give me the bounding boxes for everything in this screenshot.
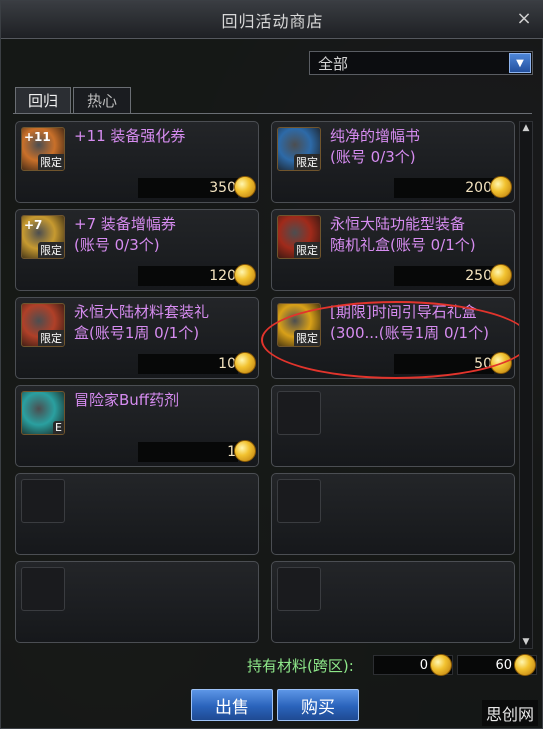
empty-item-slot[interactable] — [271, 561, 515, 643]
tab-rexin[interactable]: 热心 — [73, 87, 131, 113]
empty-slot-icon — [277, 479, 321, 523]
item-icon-level: +7 — [24, 218, 43, 232]
item-icon: E — [21, 391, 65, 435]
scroll-up-icon[interactable]: ▲ — [520, 122, 532, 134]
sell-button[interactable]: 出售 — [191, 689, 273, 721]
coin-icon — [234, 352, 256, 374]
item-price-box: 350 — [138, 178, 238, 198]
item-price: 200 — [465, 180, 492, 196]
limited-badge: 限定 — [38, 330, 64, 346]
buy-button-label: 购买 — [301, 697, 335, 718]
shop-item-slot[interactable]: 限定 永恒大陆材料套装礼 盒(账号1周 0/1个) 10 — [15, 297, 259, 379]
item-name: 冒险家Buff药剂 — [74, 391, 180, 409]
empty-slot-icon — [277, 567, 321, 611]
chevron-down-icon[interactable]: ▼ — [509, 53, 531, 73]
item-icon-level: +11 — [24, 130, 51, 144]
buy-button[interactable]: 购买 — [277, 689, 359, 721]
materials-amount-a: 0 — [373, 654, 453, 676]
item-price-box: 120 — [138, 266, 238, 286]
coin-icon — [234, 176, 256, 198]
shop-item-slot[interactable]: +11 限定 +11 装备强化券 350 — [15, 121, 259, 203]
item-price: 120 — [209, 268, 236, 284]
item-icon: 限定 — [21, 303, 65, 347]
item-icon: +7 限定 — [21, 215, 65, 259]
tab-label: 热心 — [86, 92, 117, 110]
coin-icon — [490, 264, 512, 286]
empty-item-slot[interactable] — [271, 473, 515, 555]
item-name: [期限]时间引导石礼盒 (300...(账号1周 0/1个) — [330, 303, 489, 342]
limited-badge: 限定 — [38, 154, 64, 170]
filter-selected-value: 全部 — [318, 54, 349, 73]
item-name: 纯净的增幅书 (账号 0/3个) — [330, 127, 421, 166]
coin-icon — [514, 654, 536, 676]
coin-icon — [430, 654, 452, 676]
item-icon: +11 限定 — [21, 127, 65, 171]
empty-item-slot[interactable] — [15, 561, 259, 643]
limited-badge: 限定 — [294, 154, 320, 170]
empty-slot-icon — [21, 567, 65, 611]
shop-item-slot[interactable]: 限定 [期限]时间引导石礼盒 (300...(账号1周 0/1个) 50 — [271, 297, 515, 379]
coin-icon — [490, 352, 512, 374]
item-icon: 限定 — [277, 127, 321, 171]
scrollbar[interactable]: ▲ ▼ — [519, 121, 533, 649]
empty-slot-icon — [21, 479, 65, 523]
coin-icon — [234, 440, 256, 462]
item-price-box: 50 — [394, 354, 494, 374]
window-title: 回归活动商店 — [221, 11, 324, 31]
item-name: +7 装备增幅券 (账号 0/3个) — [74, 215, 176, 254]
shop-item-slot[interactable]: E 冒险家Buff药剂 1 — [15, 385, 259, 467]
scroll-down-icon[interactable]: ▼ — [520, 636, 532, 648]
empty-item-slot[interactable] — [15, 473, 259, 555]
category-filter-dropdown[interactable]: 全部 ▼ — [309, 51, 533, 75]
empty-item-slot[interactable] — [271, 385, 515, 467]
tab-huigui[interactable]: 回归 — [15, 87, 71, 113]
item-icon: 限定 — [277, 303, 321, 347]
tab-label: 回归 — [27, 92, 58, 110]
item-name: 永恒大陆材料套装礼 盒(账号1周 0/1个) — [74, 303, 210, 342]
coin-icon — [234, 264, 256, 286]
empty-slot-icon — [277, 391, 321, 435]
watermark: 思创网 — [481, 700, 538, 726]
title-bar[interactable]: 回归活动商店 × — [1, 1, 543, 39]
shop-item-slot[interactable]: +7 限定 +7 装备增幅券 (账号 0/3个) 120 — [15, 209, 259, 291]
sell-button-label: 出售 — [215, 697, 249, 718]
item-price-box: 1 — [138, 442, 238, 462]
shop-item-slot[interactable]: 限定 永恒大陆功能型装备 随机礼盒(账号 0/1个) 250 — [271, 209, 515, 291]
item-name: 永恒大陆功能型装备 随机礼盒(账号 0/1个) — [330, 215, 476, 254]
tab-divider — [13, 113, 532, 114]
item-price: 350 — [209, 180, 236, 196]
limited-badge: E — [53, 421, 64, 434]
materials-label: 持有材料(跨区): — [247, 657, 354, 675]
item-icon: 限定 — [277, 215, 321, 259]
shop-window: 回归活动商店 × 全部 ▼ 回归 热心 +11 限定 +11 装备强化券 350 限定纯… — [0, 0, 543, 729]
amount-value: 60 — [495, 657, 512, 673]
item-price-box: 250 — [394, 266, 494, 286]
materials-amount-b: 60 — [457, 654, 537, 676]
limited-badge: 限定 — [294, 242, 320, 258]
item-price: 250 — [465, 268, 492, 284]
close-icon[interactable]: × — [514, 9, 534, 29]
shop-item-slot[interactable]: 限定 纯净的增幅书 (账号 0/3个) 200 — [271, 121, 515, 203]
item-name: +11 装备强化券 — [74, 127, 186, 145]
limited-badge: 限定 — [294, 330, 320, 346]
limited-badge: 限定 — [38, 242, 64, 258]
item-price-box: 10 — [138, 354, 238, 374]
coin-icon — [490, 176, 512, 198]
item-price-box: 200 — [394, 178, 494, 198]
amount-value: 0 — [419, 657, 428, 673]
